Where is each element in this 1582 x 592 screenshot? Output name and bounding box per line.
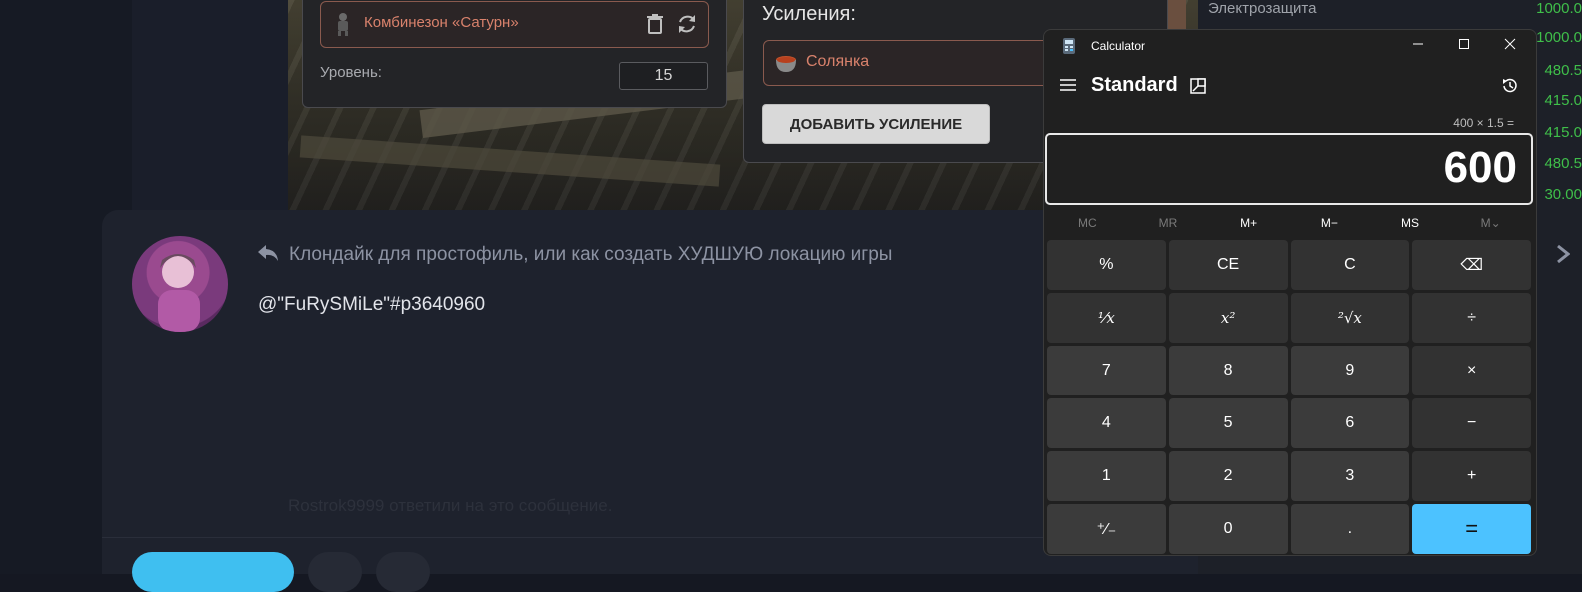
- avatar[interactable]: [132, 236, 228, 332]
- stat-value: 1000.0: [1536, 29, 1582, 46]
- mode-title: Standard: [1091, 74, 1178, 96]
- digit-1-button[interactable]: 1: [1047, 451, 1166, 502]
- digit-9-button[interactable]: 9: [1290, 345, 1410, 396]
- reply-button[interactable]: [132, 552, 294, 592]
- menu-icon[interactable]: [1059, 77, 1077, 93]
- post-mention: @"FuRySMiLe"#p3640960: [258, 294, 486, 315]
- decimal-button[interactable]: .: [1290, 504, 1410, 554]
- digit-7-button[interactable]: 7: [1047, 345, 1166, 396]
- maximize-button[interactable]: [1444, 32, 1484, 60]
- level-label: Уровень:: [320, 64, 382, 81]
- digit-0-button[interactable]: 0: [1168, 504, 1288, 554]
- reciprocal-label: ¹⁄x: [1097, 308, 1115, 327]
- plus-button[interactable]: +: [1412, 451, 1531, 502]
- square-button[interactable]: x²: [1168, 292, 1288, 343]
- keep-on-top-icon[interactable]: [1189, 77, 1207, 95]
- suit-icon: [338, 13, 348, 36]
- suit-name: Комбинезон «Сатурн»: [364, 14, 519, 31]
- square-label: x²: [1220, 308, 1236, 327]
- level-input[interactable]: 15: [619, 62, 708, 90]
- digit-2-button[interactable]: 2: [1168, 451, 1288, 502]
- memory-button[interactable]: MR: [1128, 212, 1209, 234]
- minimize-button[interactable]: [1398, 32, 1438, 60]
- more-button[interactable]: [376, 552, 430, 592]
- divide-button[interactable]: ÷: [1412, 292, 1531, 343]
- stat-value: 1000.0: [1536, 0, 1582, 17]
- post-divider: [102, 537, 1198, 538]
- stat-value: 480.5: [1544, 155, 1582, 172]
- reply-icon: [258, 245, 278, 261]
- memory-button[interactable]: M⌄: [1450, 212, 1531, 234]
- minimize-icon: [1413, 43, 1423, 45]
- trash-icon[interactable]: [645, 13, 665, 35]
- expression-display: 400 × 1.5 =: [1453, 116, 1514, 130]
- minus-button[interactable]: −: [1412, 398, 1531, 449]
- memory-button[interactable]: M+: [1208, 212, 1289, 234]
- stat-name: Электрозащита: [1208, 0, 1317, 17]
- result-display: 600: [1045, 133, 1533, 205]
- sqrt-button[interactable]: ²√x: [1290, 292, 1410, 343]
- clear-entry-button[interactable]: CE: [1168, 240, 1288, 290]
- boosts-title: Усиления:: [762, 3, 856, 25]
- clear-button[interactable]: C: [1290, 240, 1410, 290]
- digit-4-button[interactable]: 4: [1047, 398, 1166, 449]
- stat-value: 480.5: [1544, 62, 1582, 79]
- reciprocal-button[interactable]: ¹⁄x: [1047, 292, 1166, 343]
- react-button[interactable]: [308, 552, 362, 592]
- keypad: % CE C ⌫ ¹⁄x x² ²√x ÷ 7 8 9 × 4 5 6 − 1 …: [1047, 240, 1531, 554]
- stat-value: 30.00: [1544, 186, 1582, 203]
- pot-icon: [776, 56, 796, 72]
- close-button[interactable]: [1490, 32, 1530, 60]
- memory-button[interactable]: MC: [1047, 212, 1128, 234]
- replies-note[interactable]: Rostrok9999 ответили на это сообщение.: [288, 496, 612, 516]
- window-title: Calculator: [1091, 39, 1146, 53]
- digit-8-button[interactable]: 8: [1168, 345, 1288, 396]
- backspace-button[interactable]: ⌫: [1412, 240, 1531, 290]
- history-icon[interactable]: [1500, 76, 1520, 96]
- digit-6-button[interactable]: 6: [1290, 398, 1410, 449]
- digit-3-button[interactable]: 3: [1290, 451, 1410, 502]
- equals-button[interactable]: =: [1412, 504, 1531, 554]
- calculator-app-icon: [1063, 38, 1075, 54]
- memory-button[interactable]: M−: [1289, 212, 1370, 234]
- percent-button[interactable]: %: [1047, 240, 1166, 290]
- stat-value: 415.0: [1544, 124, 1582, 141]
- digit-5-button[interactable]: 5: [1168, 398, 1288, 449]
- memory-button[interactable]: MS: [1370, 212, 1451, 234]
- negate-button[interactable]: ⁺∕₋: [1047, 504, 1166, 554]
- avatar-illustration: [158, 254, 200, 332]
- page-left-column: [132, 0, 288, 210]
- result-value: 600: [1443, 143, 1517, 192]
- close-x-icon[interactable]: [1556, 242, 1570, 266]
- boost-name: Солянка: [806, 53, 870, 70]
- stat-row: Электрозащита 1000.0: [1208, 0, 1582, 22]
- maximize-icon: [1459, 39, 1469, 49]
- memory-row: MC MR M+ M− MS M⌄: [1047, 212, 1531, 234]
- stat-value: 415.0: [1544, 92, 1582, 109]
- multiply-button[interactable]: ×: [1412, 345, 1531, 396]
- close-icon: [1504, 38, 1516, 50]
- add-boost-button[interactable]: ДОБАВИТЬ УСИЛЕНИЕ: [762, 104, 990, 144]
- refresh-icon[interactable]: [676, 12, 698, 36]
- sqrt-label: ²√x: [1337, 308, 1362, 327]
- reply-thread-title[interactable]: Клондайк для простофиль, или как создать…: [289, 244, 892, 266]
